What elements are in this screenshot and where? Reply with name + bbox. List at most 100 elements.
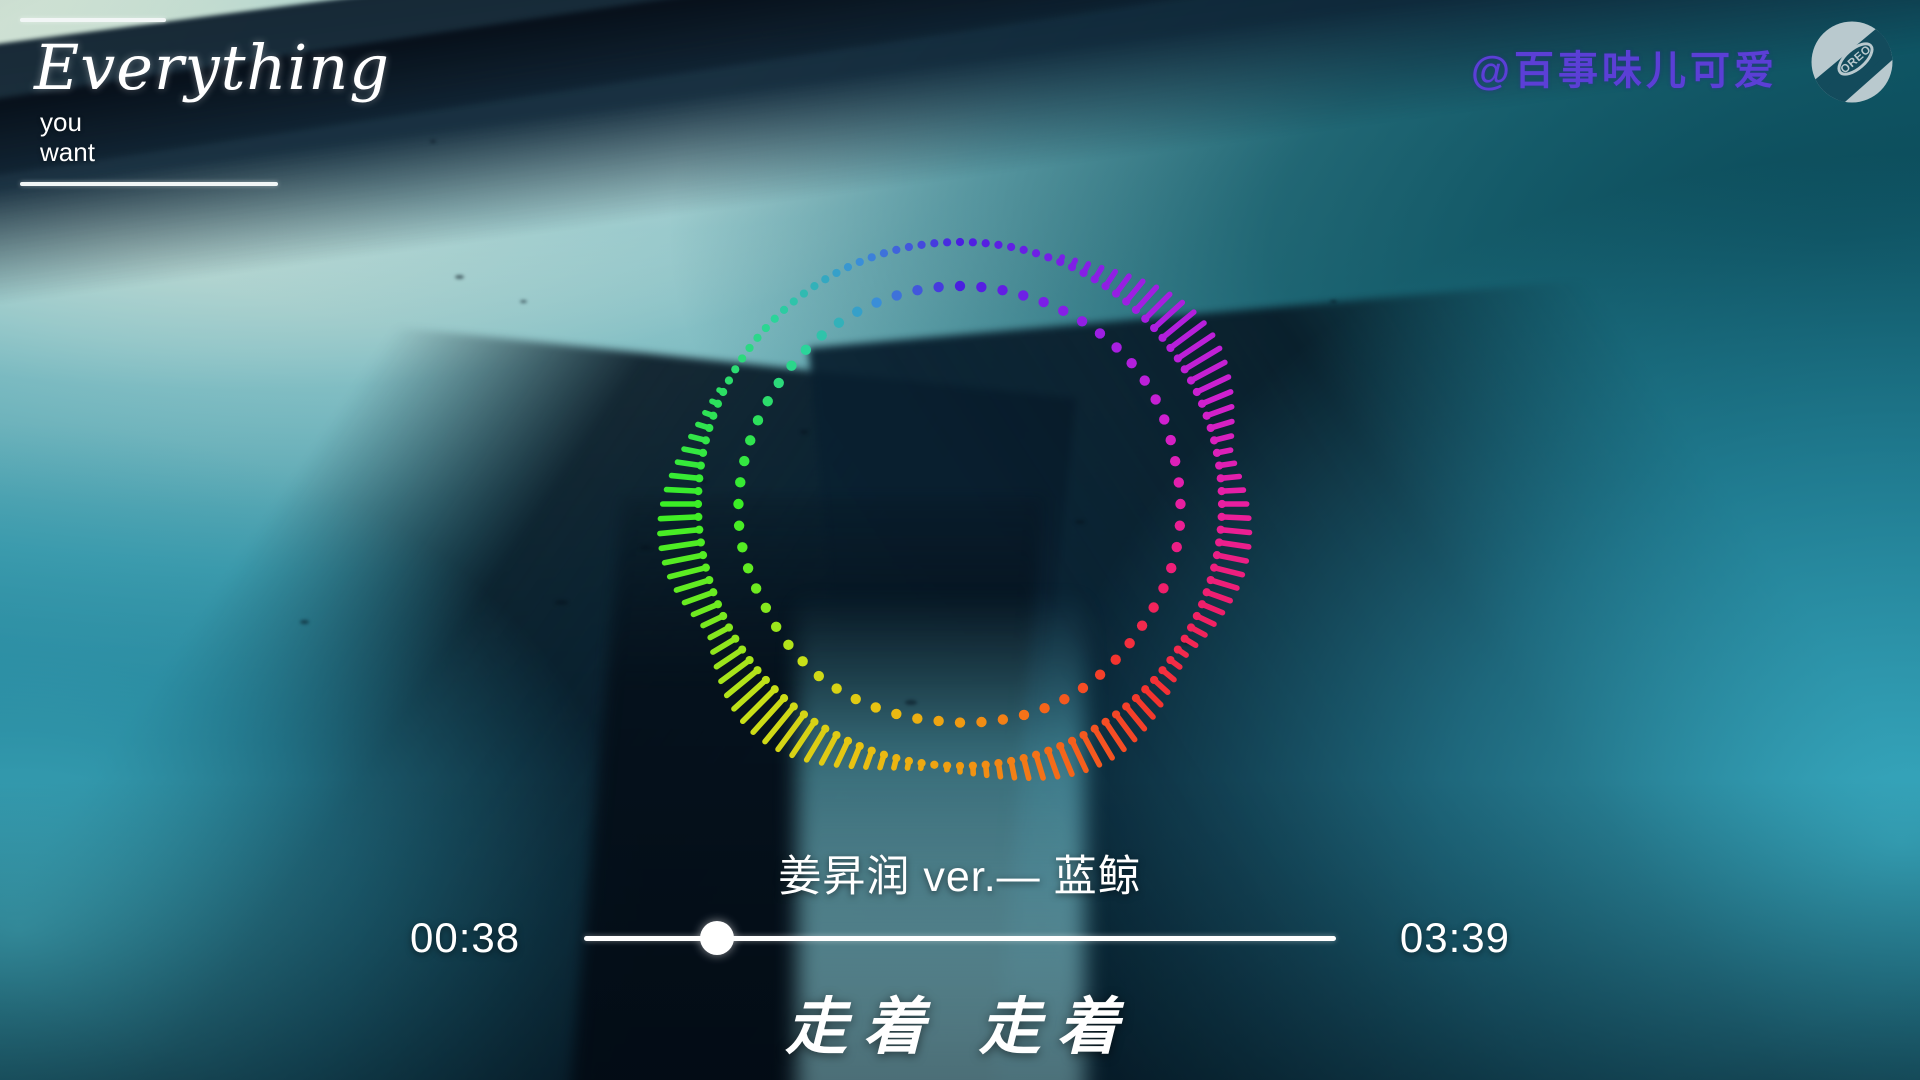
visualizer-dot-outer: [713, 600, 723, 609]
visualizer-dot-outer: [1044, 746, 1053, 755]
visualizer-dot-outer: [904, 242, 913, 252]
visualizer-dot-inner: [833, 317, 845, 328]
visualizer-dot-inner: [1110, 654, 1121, 665]
visualizer-dot-outer: [695, 525, 704, 534]
visualizer-dot-outer: [810, 282, 819, 291]
visualizer-dot-outer: [1210, 563, 1219, 572]
visualizer-dot-outer: [1067, 736, 1077, 745]
visualizer-dot-inner: [797, 656, 808, 667]
visualizer-dot-inner: [997, 714, 1009, 725]
visualizer-dot-inner: [816, 330, 827, 341]
visualizer-dot-outer: [761, 675, 770, 685]
visualizer-bar: [1045, 747, 1061, 780]
visualizer-dot-inner: [739, 455, 750, 467]
visualizer-dot-outer: [879, 750, 889, 759]
visualizer-dot-outer: [1056, 741, 1065, 751]
visualizer-dot-outer: [930, 239, 939, 248]
visualizer-dot-outer: [701, 436, 710, 445]
visualizer-dot-inner: [737, 542, 748, 553]
visualizer-dot-outer: [696, 461, 705, 470]
visualizer-dot-inner: [870, 702, 881, 713]
visualizer-dot-inner: [997, 284, 1008, 296]
visualizer-bar: [1069, 738, 1089, 774]
visualizer-dot-outer: [694, 487, 703, 496]
visualizer-bar: [818, 732, 840, 766]
current-time-label: 00:38: [410, 914, 521, 961]
visualizer-dot-outer: [892, 754, 901, 763]
visualizer-dot-inner: [1094, 669, 1106, 680]
visualizer-dot-outer: [1197, 600, 1207, 609]
visualizer-dot-outer: [731, 634, 740, 643]
visualizer-dot-outer: [1212, 448, 1222, 457]
visualizer-dot-outer: [719, 611, 728, 621]
visualizer-dot-inner: [1175, 498, 1186, 510]
visualizer-dot-outer: [1173, 354, 1182, 363]
visualizer-dot-inner: [850, 693, 861, 705]
visualizer-dot-outer: [1101, 282, 1110, 291]
brand-subtitle-line2: want: [40, 137, 95, 168]
visualizer-dot-outer: [779, 305, 789, 314]
visualizer-dot-outer: [1192, 387, 1201, 397]
progress-thumb[interactable]: [700, 921, 735, 955]
visualizer-dot-outer: [1202, 411, 1211, 420]
lyric-caption: 走着 走着: [785, 990, 1135, 1063]
visualizer-dot-outer: [968, 238, 977, 247]
visualizer-dot-inner: [1159, 414, 1170, 425]
visualizer-dot-outer: [701, 563, 710, 572]
visualizer-bar: [1207, 577, 1240, 591]
visualizer-dot-inner: [1158, 583, 1169, 594]
visualizer-dot-outer: [753, 666, 762, 675]
visualizer-dot-outer: [1210, 436, 1219, 445]
visualizer-dot-outer: [821, 724, 830, 733]
visualizer-dot-outer: [1031, 750, 1041, 759]
visualizer-dot-outer: [1166, 343, 1175, 353]
visualizer-dot-outer: [1202, 588, 1211, 597]
visualizer-dot-outer: [1090, 724, 1099, 733]
visualizer-bar: [661, 552, 706, 566]
visualizer-dot-outer: [738, 645, 747, 654]
visualizer-dot-inner: [1165, 434, 1176, 446]
visualizer-dot-outer: [1007, 242, 1016, 252]
visualizer-dot-outer: [943, 761, 952, 770]
song-title: 姜昇润 ver.— 蓝鲸: [778, 853, 1142, 901]
visualizer-dot-outer: [1212, 551, 1222, 560]
visualizer-dot-outer: [843, 263, 853, 272]
visualizer-dot-inner: [733, 498, 744, 510]
visualizer-dot-inner: [1058, 305, 1069, 317]
visualizer-dot-outer: [904, 756, 913, 766]
player-controls: 00:38 03:39: [410, 914, 1510, 962]
visualizer-dot-outer: [1101, 717, 1110, 726]
visualizer-dot-outer: [709, 588, 718, 597]
visualizer-dot-outer: [1131, 305, 1141, 314]
visualizer-bar: [668, 472, 703, 482]
rule-top-icon: [20, 18, 166, 22]
visualizer-dot-inner: [752, 415, 764, 426]
visualizer-dot-inner: [954, 717, 966, 728]
visualizer-bar: [1214, 552, 1250, 564]
visualizer-dot-inner: [1094, 328, 1106, 339]
visualizer-dot-inner: [1111, 342, 1122, 353]
visualizer-dot-inner: [1018, 709, 1030, 721]
visualizer-dot-inner: [912, 284, 923, 296]
visualizer-dot-outer: [981, 760, 990, 769]
visualizer-bar: [1133, 284, 1160, 313]
visualizer-dot-outer: [753, 333, 762, 342]
visualizer-dot-outer: [695, 474, 704, 483]
visualizer-dot-outer: [1090, 275, 1099, 284]
visualizer-dot-inner: [891, 708, 902, 720]
progress-bar[interactable]: [584, 921, 1336, 955]
visualizer-bar: [657, 514, 702, 522]
visualizer-dot-outer: [1044, 253, 1053, 262]
visualizer-dot-outer: [719, 387, 728, 397]
watermark-handle: @百事味儿可爱: [1470, 49, 1778, 93]
visualizer-dot-outer: [1215, 461, 1224, 470]
visualizer-dot-outer: [1217, 499, 1227, 509]
visualizer-dot-outer: [705, 575, 714, 585]
visualizer-dot-inner: [1124, 638, 1135, 649]
visualizer-dot-outer: [1067, 263, 1077, 272]
visualizer-dot-inner: [1126, 357, 1137, 369]
progress-track[interactable]: [584, 935, 1336, 941]
visualizer-dot-outer: [789, 297, 798, 306]
visualizer-dot-inner: [976, 716, 987, 728]
visualizer-dot-inner: [783, 639, 794, 651]
